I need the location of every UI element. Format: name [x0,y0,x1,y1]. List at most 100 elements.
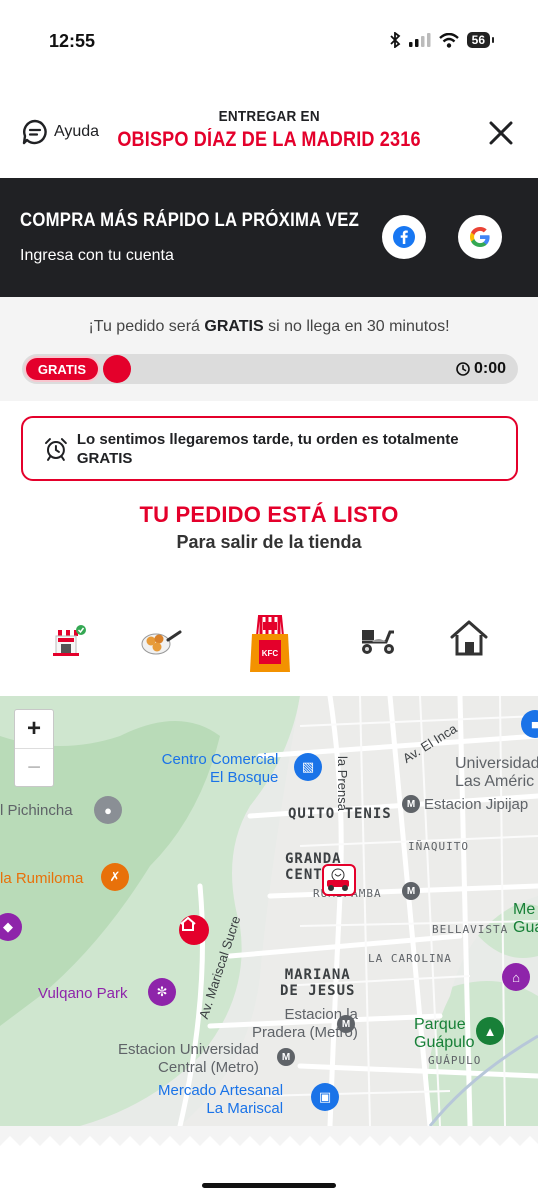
delivery-map[interactable]: + − Centro Comercial El Bosque ▧ l Pichi… [0,696,538,1126]
close-button[interactable] [486,118,516,148]
poi-label: Las Améric [455,773,535,790]
header: Ayuda ENTREGAR EN OBISPO DÍAZ DE LA MADR… [0,88,538,178]
amusement-icon[interactable]: ✼ [148,978,176,1006]
home-marker-icon [180,916,196,931]
metro-icon[interactable]: M [337,1015,355,1033]
promo-text-before: ¡Tu pedido será [88,318,205,335]
shopping-cart-icon[interactable]: ▣ [311,1083,339,1111]
poi-label: Gua [513,919,538,936]
poi-label: Centro Comercial [161,751,279,768]
bag-ready-icon: KFC [250,615,290,672]
poi-label: La Mariscal [206,1100,284,1117]
poi-label: Central (Metro) [158,1059,259,1076]
promo-text: ¡Tu pedido será GRATIS si no llega en 30… [0,318,538,336]
place-pin-icon[interactable]: ● [94,796,122,824]
poi-label: Parque [414,1016,466,1033]
google-login-button[interactable] [458,215,502,259]
step-cooking [138,620,184,660]
step-store-confirmed [48,620,90,660]
deliver-address: OBISPO DÍAZ DE LA MADRID 2316 [117,128,421,151]
district-label: DE JESUS [280,983,356,999]
zoom-in-button[interactable]: + [15,710,53,748]
login-title: COMPRA MÁS RÁPIDO LA PRÓXIMA VEZ [20,210,360,231]
signal-icon [408,33,431,47]
delivery-timer-bar: GRATIS 0:00 [22,354,518,384]
promo-text-after: si no llega en 30 minutos! [263,318,450,335]
step-delivery [358,622,398,658]
restaurant-icon[interactable]: ✗ [101,863,129,891]
status-bar: 12:55 56 [0,0,538,88]
poi-vulqano[interactable]: Vulqano Park [38,985,128,1002]
order-progress-steps: KFC [0,600,538,680]
clock-icon [456,362,470,376]
poi-mercado-artesanal[interactable]: Mercado Artesanal La Mariscal [158,1082,283,1118]
promo-text-bold: GRATIS [204,318,264,335]
poi-label: Estacion Universidad [118,1041,259,1058]
district-la-carolina: LA CAROLINA [368,952,452,965]
poi-rumiloma[interactable]: la Rumiloma [0,870,83,887]
metro-icon[interactable]: M [402,882,420,900]
order-status-title: TU PEDIDO ESTÁ LISTO [139,502,399,527]
bottom-area [0,1126,538,1200]
late-notice-text: Lo sentimos llegaremos tarde, tu orden e… [76,430,459,467]
poi-label: Mercado Artesanal [158,1082,284,1099]
street-la-prensa: la Prensa [335,756,350,811]
park-icon[interactable]: ▲ [476,1017,504,1045]
metro-icon[interactable]: M [402,795,420,813]
home-indicator[interactable] [202,1183,336,1188]
late-notice-card: Lo sentimos llegaremos tarde, tu orden e… [21,416,518,481]
google-icon [470,227,490,247]
deliver-label: ENTREGAR EN [218,108,320,125]
poi-label: El Bosque [210,769,279,786]
order-status-subtitle: Para salir de la tienda [176,532,362,552]
map-zoom-controls: + − [14,709,54,787]
bluetooth-icon [390,32,401,48]
metro-icon[interactable]: M [277,1048,295,1066]
kfc-rider-icon [327,868,349,891]
kfc-bag-text: KFC [262,649,279,658]
battery-icon: 56 [466,32,495,48]
progress-knob [103,355,131,383]
store-confirmed-icon [53,625,86,656]
alarm-clock-icon [44,437,67,461]
facebook-login-button[interactable] [382,215,426,259]
district-inaquito: IÑAQUITO [408,840,469,853]
poi-pichincha[interactable]: l Pichincha [0,802,73,819]
home-icon [450,620,488,656]
poi-metropolitano[interactable]: Me Gua [513,901,538,937]
order-status: TU PEDIDO ESTÁ LISTO Para salir de la ti… [0,502,538,553]
facebook-icon [393,226,415,248]
delivery-scooter-icon [362,630,394,654]
district-mariana-de-jesus: MARIANA DE JESUS [280,967,355,999]
status-icons: 56 [389,32,495,48]
cooking-icon [141,630,182,655]
delivery-address[interactable]: ENTREGAR EN OBISPO DÍAZ DE LA MADRID 231… [0,108,538,152]
delivery-rider-marker[interactable] [322,864,356,896]
poi-label: Universidad [455,755,538,772]
close-icon [489,121,513,145]
login-subtitle: Ingresa con tu cuenta [20,247,174,264]
shopping-bag-icon[interactable]: ▧ [294,753,322,781]
poi-estacion-universidad-central[interactable]: Estacion Universidad Central (Metro) [118,1041,259,1077]
gratis-badge: GRATIS [26,358,98,380]
district-guapulo: GUÁPULO [428,1054,482,1067]
poi-estacion-jipijapa[interactable]: Estacion Jipijap [424,796,528,813]
countdown-timer: 0:00 [456,360,506,378]
free-delivery-promo: ¡Tu pedido será GRATIS si no llega en 30… [0,297,538,401]
museum-icon[interactable]: ⌂ [502,963,530,991]
district-bellavista: BELLAVISTA [432,923,509,936]
login-banner: COMPRA MÁS RÁPIDO LA PRÓXIMA VEZ Ingresa… [0,178,538,297]
wifi-icon [438,32,459,48]
zigzag-divider [0,1126,538,1146]
poi-label: Guápulo [414,1034,475,1051]
district-label: MARIANA [284,967,351,983]
poi-universidad-las-americas[interactable]: Universidad Las Améric [455,755,538,791]
step-bag-ready: KFC [245,610,295,674]
poi-parque-guapulo[interactable]: Parque Guápulo [414,1016,475,1052]
delivery-home-pin [179,915,209,945]
step-home [448,618,490,658]
zoom-out-button[interactable]: − [15,748,53,786]
timer-value: 0:00 [473,360,506,377]
poi-centro-comercial[interactable]: Centro Comercial El Bosque [152,751,279,787]
status-time: 12:55 [49,31,96,51]
